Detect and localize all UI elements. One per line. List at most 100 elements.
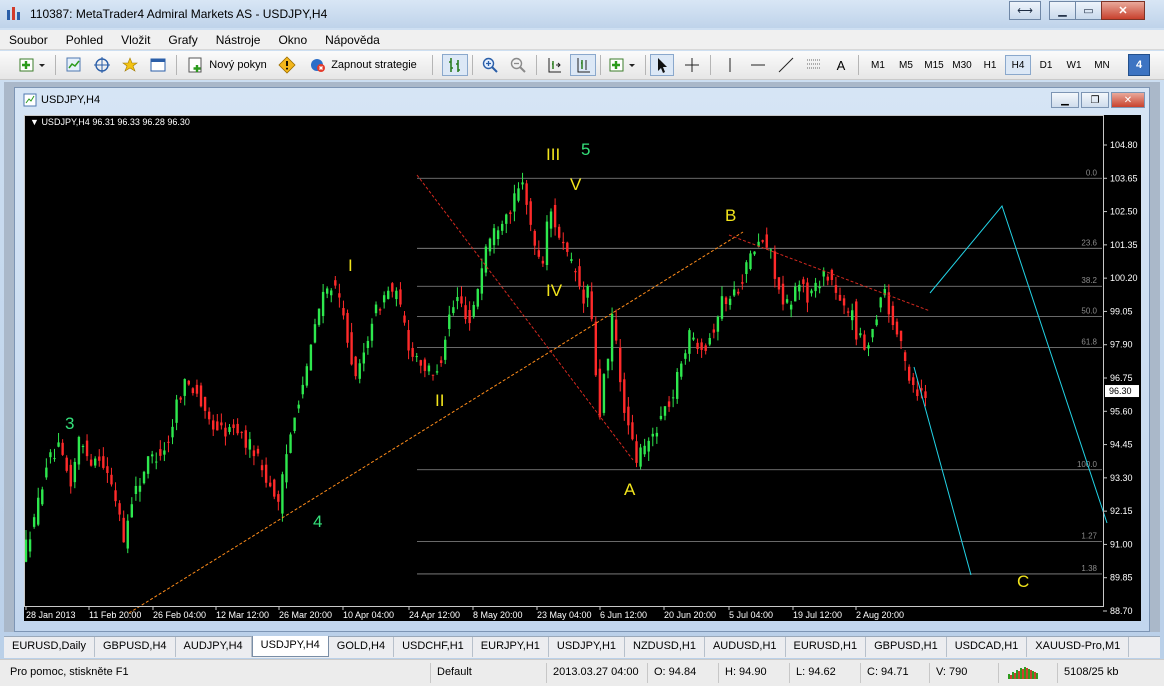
tab-usdjpy-h4[interactable]: USDJPY,H4 [251, 636, 329, 657]
wave-label[interactable]: 4 [313, 512, 322, 531]
candle-body [794, 286, 797, 302]
timeframe-mn[interactable]: MN [1089, 55, 1115, 75]
tab-audjpy-h4[interactable]: AUDJPY,H4 [176, 637, 252, 657]
indicators-icon[interactable] [606, 54, 640, 76]
status-profile: Default [430, 663, 545, 683]
menu-pohled[interactable]: Pohled [57, 30, 112, 50]
text-tool-button[interactable]: A [830, 54, 852, 76]
timeframe-m1[interactable]: M1 [865, 55, 891, 75]
terminal-window-icon[interactable] [146, 54, 170, 76]
tab-eurusd-daily[interactable]: EURUSD,Daily [4, 637, 95, 657]
autotrading-button[interactable]: Zapnout strategie [302, 54, 424, 76]
vertical-line-icon[interactable] [718, 54, 742, 76]
tab-gold-h4[interactable]: GOLD,H4 [329, 637, 395, 657]
maximize-button[interactable]: ▭ [1075, 1, 1102, 20]
tab-eurjpy-h1[interactable]: EURJPY,H1 [473, 637, 549, 657]
candle-body [842, 298, 846, 306]
candle-body [916, 389, 919, 397]
warning-diamond-icon[interactable] [276, 54, 298, 76]
trendline-icon[interactable] [774, 54, 798, 76]
chart-restore-button[interactable]: ❐ [1081, 92, 1109, 108]
timeframe-w1[interactable]: W1 [1061, 55, 1087, 75]
fibonacci-channel-icon[interactable] [802, 54, 826, 76]
crosshair-icon[interactable] [680, 54, 704, 76]
cursor-arrow-icon[interactable] [650, 54, 674, 76]
wave-label[interactable]: 3 [65, 414, 74, 433]
price-chart[interactable]: 0.0 23.6 38.2 50.0 61.8 100.0 1.27 1.38 104.80 1… [24, 115, 1141, 621]
chart-minimize-button[interactable]: ▁ [1051, 92, 1079, 108]
chart-canvas[interactable]: 0.023.638.250.061.8100.01.271.38 104.801… [24, 115, 1141, 621]
wave-label[interactable]: A [624, 480, 636, 499]
tab-gbpusd-h4[interactable]: GBPUSD,H4 [95, 637, 176, 657]
wave-label[interactable]: C [1017, 572, 1029, 591]
timeframe-h4[interactable]: H4 [1005, 55, 1031, 75]
candle-body [273, 479, 276, 497]
candle-body [159, 449, 162, 456]
chart-close-button[interactable]: ✕ [1111, 92, 1145, 108]
new-chart-icon[interactable] [16, 54, 50, 76]
tab-usdjpy-h1[interactable]: USDJPY,H1 [549, 637, 626, 657]
candle-body [431, 374, 435, 376]
candle-body [155, 461, 158, 463]
profiles-icon[interactable] [62, 54, 86, 76]
wave-label[interactable]: 5 [581, 140, 590, 159]
tab-xauusd-pro-m1[interactable]: XAUUSD-Pro,M1 [1027, 637, 1130, 657]
menu-nastroje[interactable]: Nástroje [207, 30, 270, 50]
tab-eurusd-h1[interactable]: EURUSD,H1 [786, 637, 867, 657]
candle-body [533, 231, 536, 246]
projection-b-line[interactable] [929, 204, 1108, 524]
timeframe-m15[interactable]: M15 [921, 55, 947, 75]
chart-shift-icon[interactable] [570, 54, 596, 76]
timeframe-d1[interactable]: D1 [1033, 55, 1059, 75]
minimize-button[interactable]: ▁ [1049, 1, 1076, 20]
chart-header-ohlc: 96.31 96.33 96.28 96.30 [92, 117, 190, 127]
menu-soubor[interactable]: Soubor [0, 30, 57, 50]
favorites-star-icon[interactable] [118, 54, 142, 76]
timeframe-h1[interactable]: H1 [977, 55, 1003, 75]
wave-label[interactable]: III [546, 145, 560, 164]
candle-body [623, 379, 626, 413]
fib-level-label: 1.27 [1081, 532, 1097, 541]
connection-bars-icon[interactable] [998, 663, 1056, 683]
crosshair-navigator-icon[interactable] [90, 54, 114, 76]
autoscroll-icon[interactable] [542, 54, 566, 76]
close-button[interactable]: ✕ [1101, 1, 1145, 20]
menu-napoveda[interactable]: Nápověda [316, 30, 389, 50]
timeframe-m30[interactable]: M30 [949, 55, 975, 75]
new-order-label: Nový pokyn [209, 59, 267, 71]
wave-label[interactable]: B [725, 206, 736, 225]
notification-badge[interactable]: 4 [1128, 54, 1150, 76]
restore-arrows-icon[interactable]: ⟷ [1009, 1, 1041, 20]
current-price-label: 96.30 [1109, 386, 1132, 396]
tab-gbpusd-h1[interactable]: GBPUSD,H1 [866, 637, 947, 657]
chart-dropdown-icon[interactable]: ▼ [30, 117, 39, 127]
projection-c-line[interactable] [913, 366, 972, 576]
zoom-in-icon[interactable] [478, 54, 502, 76]
wave-label[interactable]: I [348, 256, 353, 275]
status-open: O: 94.84 [647, 663, 717, 683]
tab-usdcad-h1[interactable]: USDCAD,H1 [947, 637, 1028, 657]
menu-okno[interactable]: Okno [269, 30, 316, 50]
candle-body [415, 356, 418, 358]
zoom-out-icon[interactable] [506, 54, 530, 76]
resistance-line[interactable] [728, 234, 931, 312]
menu-grafy[interactable]: Grafy [159, 30, 206, 50]
candle-body [724, 297, 728, 305]
time-tick-label: 19 Jul 12:00 [793, 610, 842, 620]
timeframe-m5[interactable]: M5 [893, 55, 919, 75]
candle-body [146, 456, 150, 474]
tab-usdchf-h1[interactable]: USDCHF,H1 [394, 637, 473, 657]
candle-body [57, 442, 60, 447]
wave-label[interactable]: V [570, 175, 582, 194]
candle-body [582, 289, 585, 304]
candle-body [541, 260, 545, 264]
candle-body [590, 291, 593, 320]
wave-label[interactable]: IV [546, 281, 563, 300]
menu-vlozit[interactable]: Vložit [112, 30, 159, 50]
bar-chart-mode-icon[interactable] [442, 54, 468, 76]
horizontal-line-icon[interactable] [746, 54, 770, 76]
tab-nzdusd-h1[interactable]: NZDUSD,H1 [625, 637, 705, 657]
new-order-button[interactable]: Nový pokyn [182, 54, 272, 76]
wave-label[interactable]: II [435, 391, 444, 410]
tab-audusd-h1[interactable]: AUDUSD,H1 [705, 637, 786, 657]
